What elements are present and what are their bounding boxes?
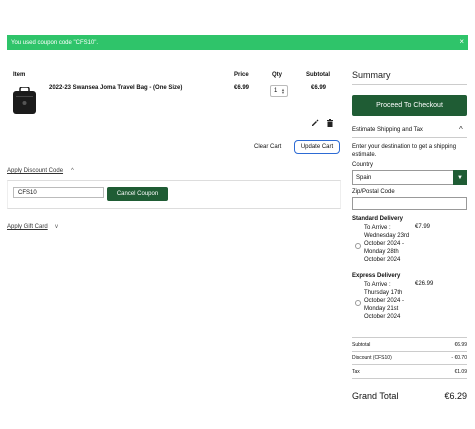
country-value: Spain	[356, 174, 372, 181]
subtotal-label: Subtotal	[352, 342, 371, 348]
quantity-value: 1	[274, 88, 278, 94]
clear-cart-button[interactable]: Clear Cart	[254, 144, 281, 150]
country-select[interactable]: Spain ▼	[352, 170, 467, 185]
standard-line: October 2024 -	[364, 241, 405, 247]
standard-delivery-price: €7.99	[415, 224, 431, 230]
express-line: October 2024 -	[364, 298, 405, 304]
proceed-to-checkout-button[interactable]: Proceed To Checkout	[352, 95, 467, 116]
standard-line: Wednesday 23rd	[364, 233, 410, 239]
summary-divider	[352, 84, 467, 85]
country-label: Country	[352, 162, 374, 168]
totals-divider	[352, 351, 467, 352]
quantity-input[interactable]: 1 ▲ ▼	[270, 85, 288, 97]
column-header-price: Price	[234, 72, 249, 78]
standard-line: To Arrive :	[364, 225, 391, 231]
express-line: Monday 21st	[364, 306, 399, 312]
zip-code-input[interactable]	[352, 197, 467, 210]
standard-delivery-title: Standard Delivery	[352, 216, 404, 222]
product-subtotal: €6.99	[311, 85, 327, 91]
express-line: Thursday 17th	[364, 290, 403, 296]
product-name[interactable]: 2022-23 Swansea Joma Travel Bag - (One S…	[49, 85, 182, 91]
totals-divider	[352, 364, 467, 365]
product-price: €6.99	[234, 85, 250, 91]
coupon-code-input[interactable]: CFS10	[13, 187, 104, 198]
chevron-down-icon[interactable]: v	[55, 224, 58, 230]
summary-title: Summary	[352, 70, 391, 80]
express-line: October 2024	[364, 314, 401, 320]
tax-label: Tax	[352, 369, 360, 375]
chevron-up-icon[interactable]: ^	[71, 168, 74, 174]
tax-value: €1.09	[454, 369, 467, 375]
standard-line: Monday 28th	[364, 249, 399, 255]
grand-total-label: Grand Total	[352, 391, 399, 401]
product-thumbnail[interactable]	[12, 86, 37, 115]
express-delivery-radio[interactable]	[355, 300, 361, 306]
notice-text: You used coupon code "CFS10".	[11, 39, 99, 46]
close-icon[interactable]: ×	[459, 38, 464, 46]
column-header-item: Item	[13, 72, 26, 78]
discount-value: - €0.70	[451, 355, 467, 361]
estimate-description: Enter your destination to get a shipping…	[352, 144, 457, 158]
totals-divider	[352, 337, 467, 338]
express-delivery-price: €26.99	[415, 281, 434, 287]
trash-icon[interactable]	[326, 119, 334, 129]
update-cart-button[interactable]: Update Cart	[294, 140, 340, 154]
express-line: To Arrive :	[364, 282, 391, 288]
subtotal-value: €6.99	[454, 342, 467, 348]
coupon-success-notice: You used coupon code "CFS10". ×	[7, 35, 468, 50]
quantity-spinner-icon[interactable]: ▲ ▼	[281, 88, 285, 95]
dropdown-arrow-icon[interactable]: ▼	[453, 170, 467, 185]
estimate-divider	[352, 137, 467, 138]
chevron-up-icon[interactable]: ^	[459, 125, 463, 134]
express-delivery-title: Express Delivery	[352, 273, 401, 279]
express-delivery-dates: To Arrive : Thursday 17th October 2024 -…	[364, 281, 410, 321]
standard-delivery-radio[interactable]	[355, 243, 361, 249]
column-header-subtotal: Subtotal	[306, 72, 330, 78]
grand-total-value: €6.29	[444, 391, 467, 401]
apply-gift-card-toggle[interactable]: Apply Gift Card	[7, 224, 48, 230]
standard-delivery-dates: To Arrive : Wednesday 23rd October 2024 …	[364, 224, 410, 264]
discount-label: Discount (CFS10)	[352, 355, 392, 361]
apply-discount-toggle[interactable]: Apply Discount Code	[7, 168, 63, 174]
estimate-shipping-toggle[interactable]: Estimate Shipping and Tax	[352, 127, 423, 133]
totals-divider	[352, 378, 467, 379]
edit-icon[interactable]	[311, 119, 319, 129]
zip-label: Zip/Postal Code	[352, 189, 395, 195]
standard-line: October 2024	[364, 257, 401, 263]
cancel-coupon-button[interactable]: Cancel Coupon	[107, 187, 168, 201]
column-header-qty: Qty	[272, 72, 283, 78]
